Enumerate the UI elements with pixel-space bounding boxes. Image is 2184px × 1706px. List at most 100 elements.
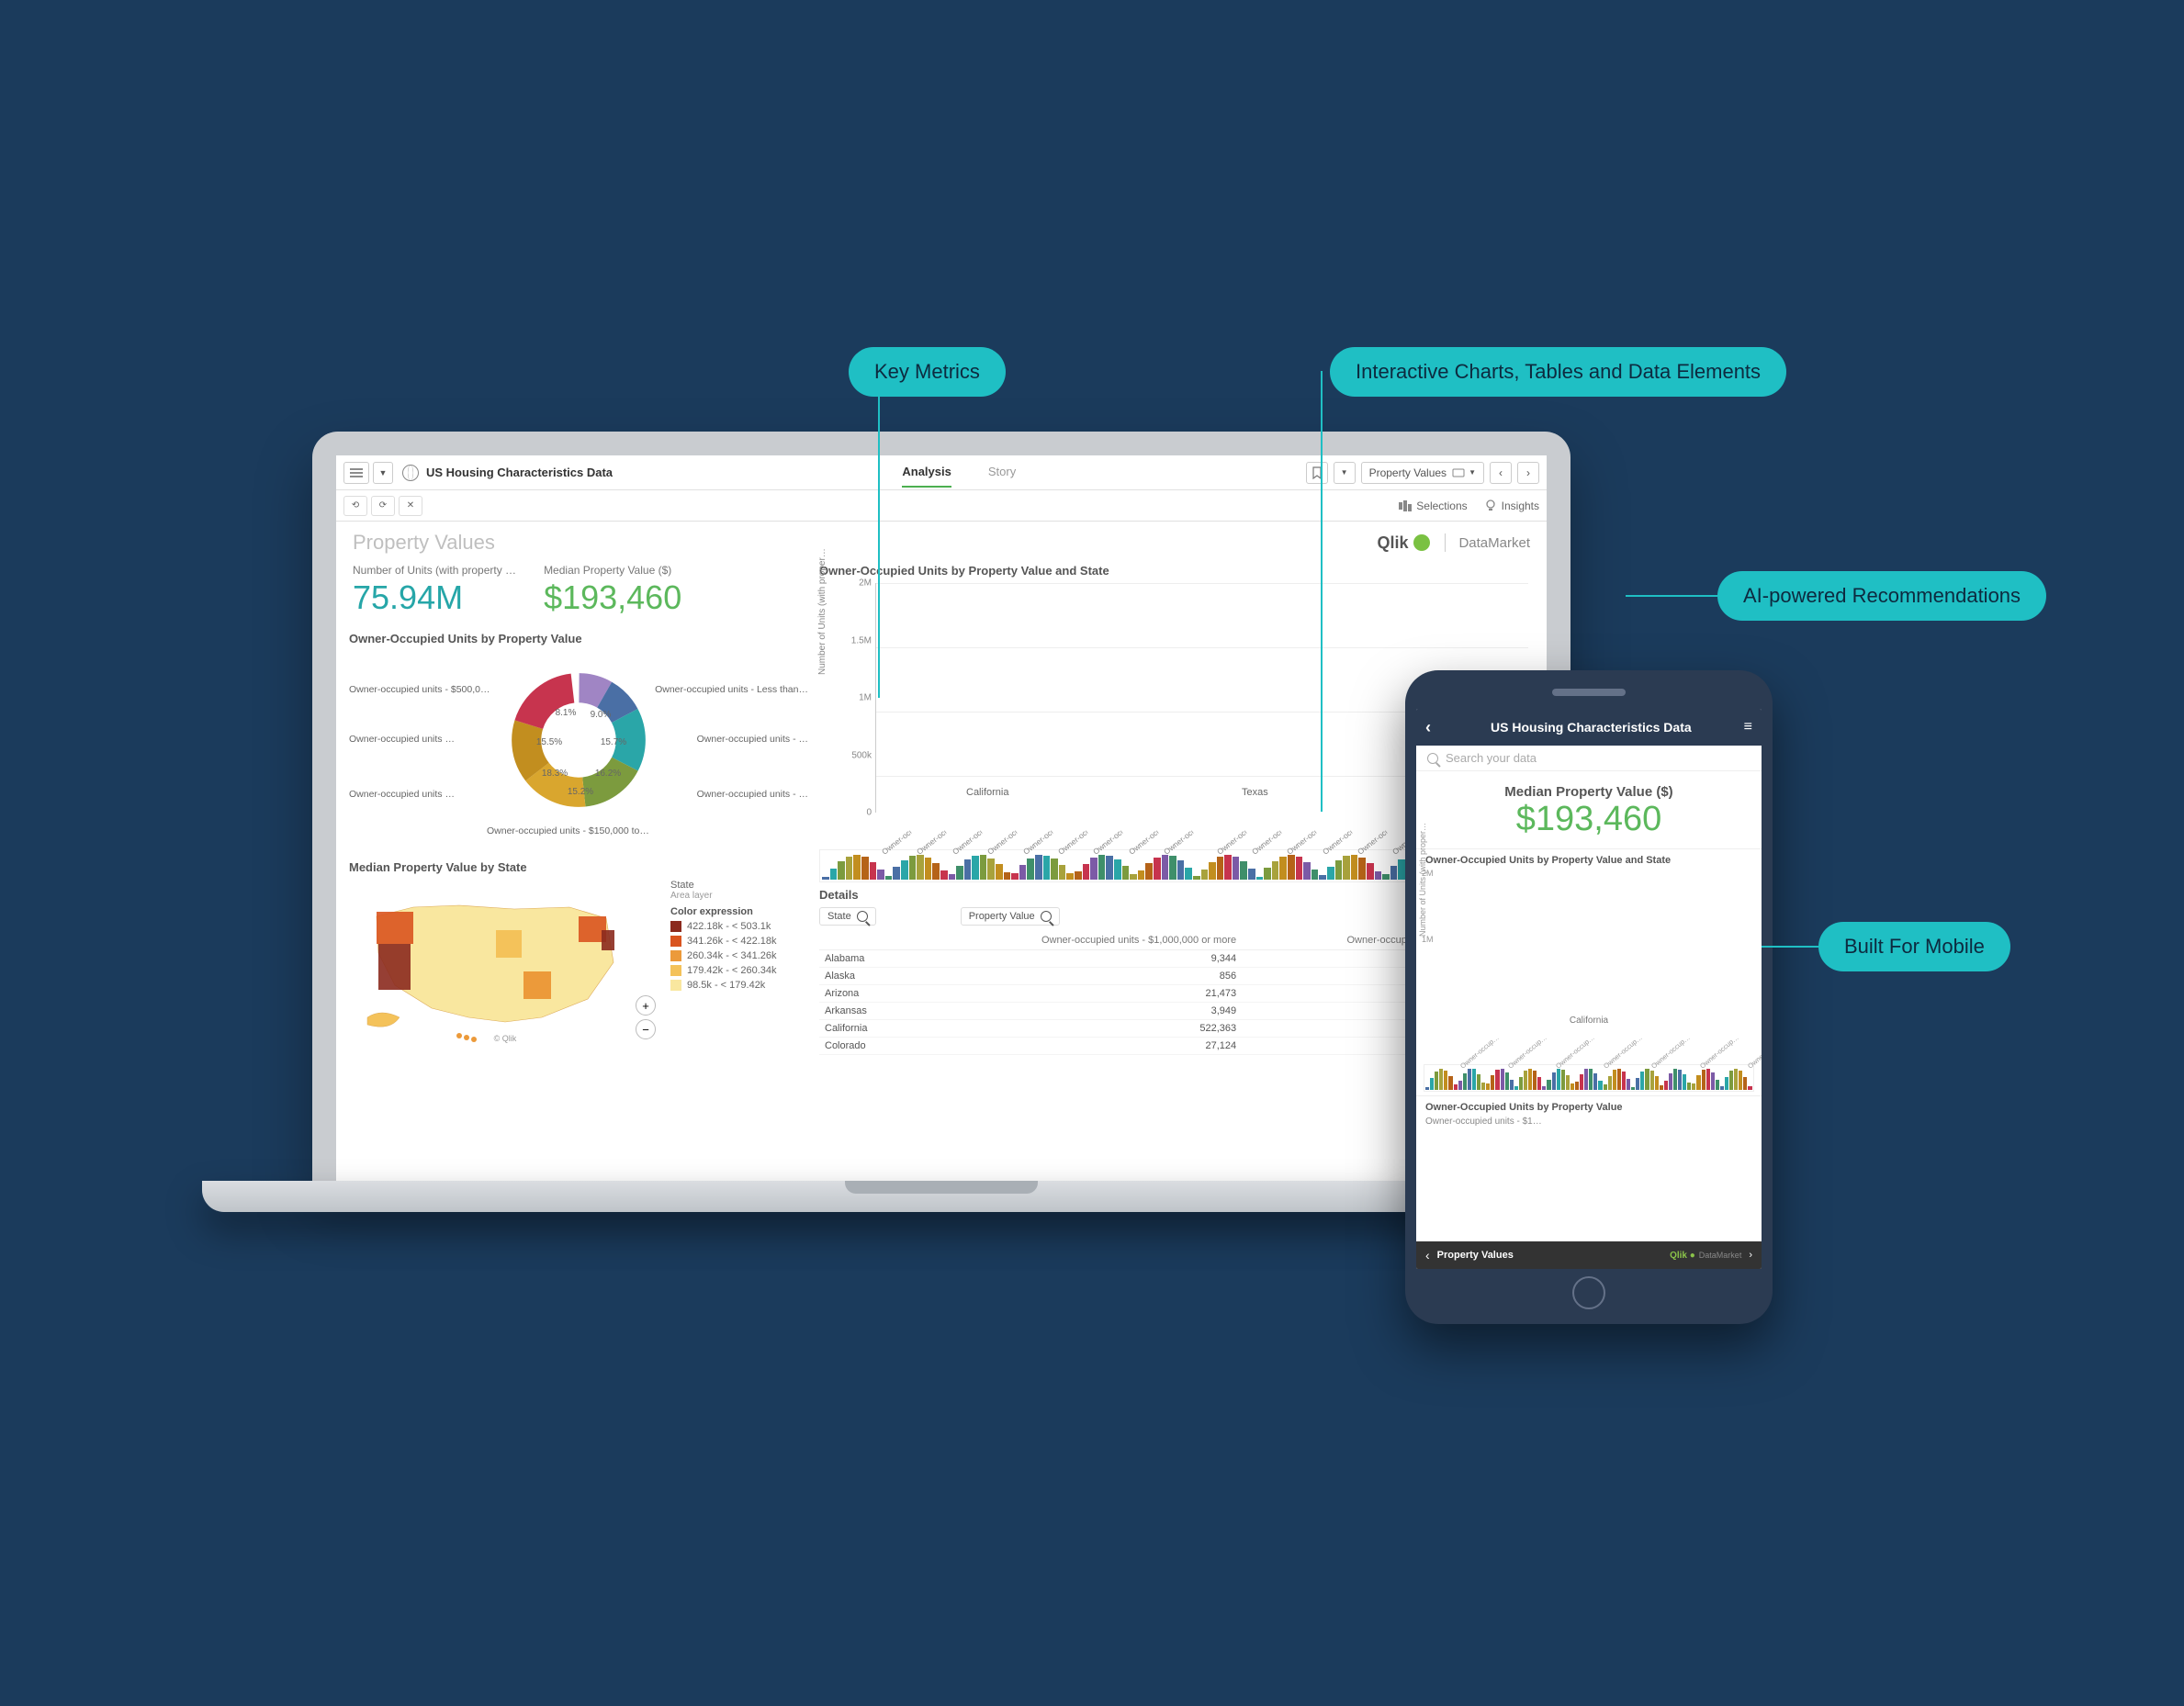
donut-pct: 15.7% bbox=[595, 737, 632, 747]
mobile-bar-chart[interactable]: Number of Units (with proper… 2M 1M Cali… bbox=[1416, 868, 1762, 1061]
donut-pct: 9.0% bbox=[582, 710, 619, 720]
donut-title: Owner-Occupied Units by Property Value bbox=[349, 632, 808, 645]
donut-label: Owner-occupied units - $150,000 to… bbox=[487, 825, 649, 836]
bar-group-label: California bbox=[966, 787, 1008, 798]
filter-state-label: State bbox=[827, 911, 851, 922]
donut-label: Owner-occupied units - … bbox=[697, 734, 808, 745]
map-zoom-out-button[interactable]: − bbox=[636, 1019, 656, 1039]
filter-state[interactable]: State bbox=[819, 907, 876, 926]
selections-bar: ⟲ ⟳ ✕ Selections Insights bbox=[336, 490, 1547, 522]
next-sheet-button[interactable]: › bbox=[1517, 462, 1539, 484]
dashboard-content: Number of Units (with property … 75.94M … bbox=[336, 558, 1547, 1068]
legend-row: 179.42k - < 260.34k bbox=[670, 965, 808, 976]
globe-icon bbox=[402, 465, 419, 481]
callout-interactive: Interactive Charts, Tables and Data Elem… bbox=[1330, 347, 1786, 397]
callout-mobile: Built For Mobile bbox=[1818, 922, 2010, 971]
donut-label: Owner-occupied units … bbox=[349, 734, 455, 745]
mobile-kpi-label: Median Property Value ($) bbox=[1416, 784, 1762, 800]
kpi-median-value[interactable]: Median Property Value ($) $193,460 bbox=[544, 564, 681, 617]
map-legend: State Area layer Color expression 422.18… bbox=[670, 880, 808, 1045]
ytick: 2M bbox=[1422, 869, 1434, 878]
search-icon bbox=[857, 911, 868, 922]
map-zoom-in-button[interactable]: + bbox=[636, 995, 656, 1016]
legend-expr: Color expression bbox=[670, 906, 808, 917]
page-title: Property Values bbox=[353, 531, 495, 555]
selections-link[interactable]: Selections bbox=[1399, 499, 1467, 512]
map-attribution: © Qlik bbox=[494, 1034, 517, 1043]
hamburger-menu-button[interactable] bbox=[343, 462, 369, 484]
mobile-footer-fwd[interactable]: › bbox=[1749, 1250, 1752, 1261]
mobile-device: ‹ US Housing Characteristics Data ≡ Sear… bbox=[1405, 670, 1773, 1324]
barchart-title: Owner-Occupied Units by Property Value a… bbox=[819, 564, 1534, 578]
ytick: 1M bbox=[859, 693, 872, 703]
kpi-units-value: 75.94M bbox=[353, 578, 516, 617]
mobile-menu-button[interactable]: ≡ bbox=[1744, 719, 1752, 735]
mobile-kpi-value: $193,460 bbox=[1416, 800, 1762, 839]
us-map: + − © Qlik bbox=[349, 880, 661, 1045]
callout-line bbox=[1626, 595, 1717, 597]
mobile-ylabel: Number of Units (with proper… bbox=[1418, 823, 1427, 937]
mobile-kpi[interactable]: Median Property Value ($) $193,460 bbox=[1416, 771, 1762, 848]
donut-label: Owner-occupied units - Less than… bbox=[655, 684, 808, 695]
brand-sub: DataMarket bbox=[1458, 535, 1530, 551]
mobile-search-input[interactable]: Search your data bbox=[1416, 746, 1762, 771]
callout-line bbox=[878, 395, 880, 698]
laptop-device: ▼ US Housing Characteristics Data Analys… bbox=[312, 432, 1570, 1212]
mobile-header: ‹ US Housing Characteristics Data ≡ bbox=[1416, 709, 1762, 746]
legend-row: 422.18k - < 503.1k bbox=[670, 921, 808, 932]
donut-chart[interactable]: 8.1% 9.0% 15.5% 15.7% 18.3% 16.2% 15.2% … bbox=[349, 651, 808, 844]
donut-pct: 8.1% bbox=[547, 708, 584, 718]
mobile-section2-sub: Owner-occupied units - $1… bbox=[1416, 1115, 1762, 1132]
donut-label: Owner-occupied units - $500,0… bbox=[349, 684, 490, 695]
sheet-selector[interactable]: Property Values ▼ bbox=[1361, 462, 1484, 484]
mobile-title: US Housing Characteristics Data bbox=[1438, 720, 1744, 735]
map-chart[interactable]: + − © Qlik State Area layer Color expres… bbox=[349, 880, 808, 1045]
callout-key-metrics: Key Metrics bbox=[849, 347, 1006, 397]
mobile-footer-brand: Qlik ● bbox=[1670, 1251, 1695, 1261]
legend-row: 98.5k - < 179.42k bbox=[670, 980, 808, 991]
ytick: 1.5M bbox=[851, 635, 872, 645]
mobile-chart-title: Owner-Occupied Units by Property Value a… bbox=[1416, 848, 1762, 868]
ytick: 500k bbox=[851, 750, 872, 760]
insights-link[interactable]: Insights bbox=[1484, 499, 1539, 512]
donut-pct: 16.2% bbox=[590, 769, 626, 779]
donut-pct: 18.3% bbox=[536, 769, 573, 779]
tab-analysis[interactable]: Analysis bbox=[902, 457, 951, 488]
desktop-app-screen: ▼ US Housing Characteristics Data Analys… bbox=[336, 455, 1547, 1181]
prev-sheet-button[interactable]: ‹ bbox=[1490, 462, 1512, 484]
selection-back-button[interactable]: ⟲ bbox=[343, 496, 367, 516]
insights-label: Insights bbox=[1502, 499, 1539, 512]
callout-line bbox=[1321, 371, 1323, 812]
left-column: Number of Units (with property … 75.94M … bbox=[349, 564, 808, 1055]
mobile-app-screen: ‹ US Housing Characteristics Data ≡ Sear… bbox=[1416, 709, 1762, 1269]
search-icon bbox=[1427, 753, 1438, 764]
bookmark-button[interactable] bbox=[1306, 462, 1328, 484]
tab-story[interactable]: Story bbox=[988, 457, 1016, 488]
ytick: 1M bbox=[1422, 935, 1434, 944]
phone-home-button[interactable] bbox=[1572, 1276, 1605, 1309]
selection-clear-button[interactable]: ✕ bbox=[399, 496, 422, 516]
filter-pv-label: Property Value bbox=[969, 911, 1035, 922]
mobile-section2-title: Owner-Occupied Units by Property Value bbox=[1416, 1095, 1762, 1115]
kpi-units-label: Number of Units (with property … bbox=[353, 564, 516, 577]
filter-property-value[interactable]: Property Value bbox=[961, 907, 1060, 926]
bookmark-caret-button[interactable]: ▼ bbox=[1334, 462, 1356, 484]
donut-pct: 15.5% bbox=[531, 737, 568, 747]
brand-logo: Qlik DataMarket bbox=[1377, 533, 1530, 553]
insights-icon bbox=[1484, 499, 1497, 512]
bar-group-label: Texas bbox=[1242, 787, 1268, 798]
mobile-back-button[interactable]: ‹ bbox=[1425, 718, 1431, 737]
callout-line bbox=[1762, 946, 1818, 948]
donut-pct: 15.2% bbox=[562, 787, 599, 797]
ytick: 2M bbox=[859, 578, 872, 589]
bar-y-axis: 2M 1.5M 1M 500k 0 bbox=[832, 583, 876, 813]
bar-ylabel: Number of Units (with proper… bbox=[817, 548, 827, 675]
selections-label: Selections bbox=[1416, 499, 1467, 512]
kpi-units[interactable]: Number of Units (with property … 75.94M bbox=[353, 564, 516, 617]
selection-fwd-button[interactable]: ⟳ bbox=[371, 496, 395, 516]
legend-row: 341.26k - < 422.18k bbox=[670, 936, 808, 947]
callout-ai: AI-powered Recommendations bbox=[1717, 571, 2046, 621]
dropdown-caret-button[interactable]: ▼ bbox=[373, 462, 393, 484]
mobile-footer-back[interactable]: ‹ bbox=[1425, 1248, 1430, 1263]
donut-label: Owner-occupied units - … bbox=[697, 789, 808, 800]
